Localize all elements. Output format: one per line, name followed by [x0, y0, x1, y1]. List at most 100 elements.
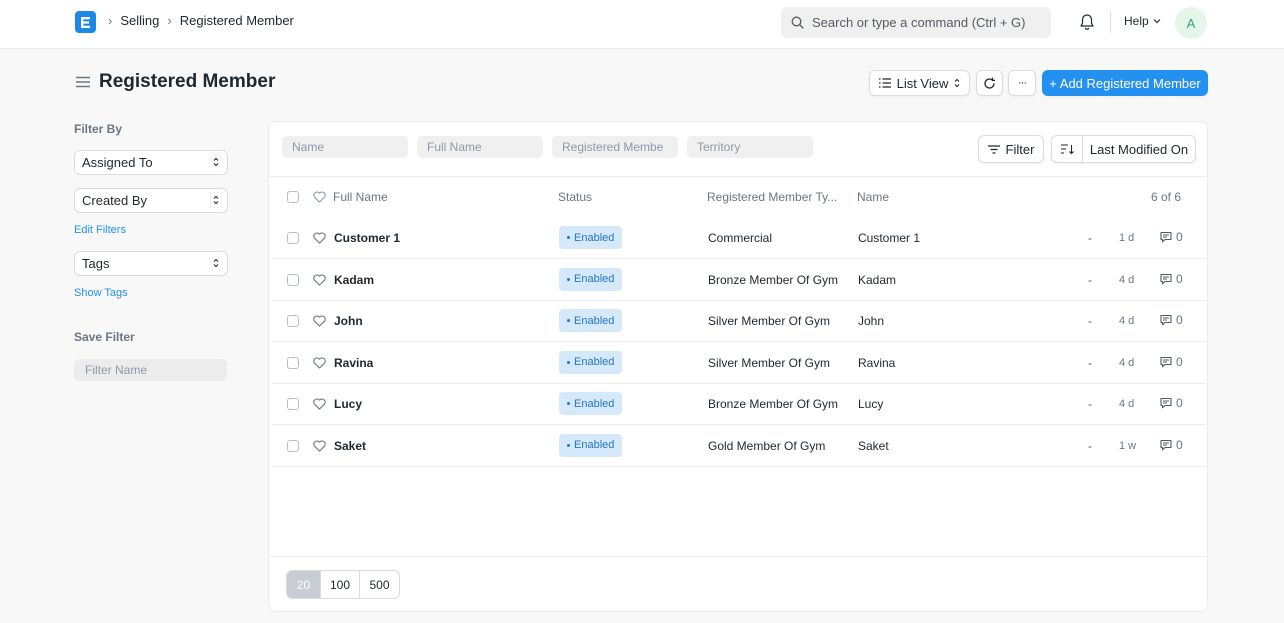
list-view-label: List View [896, 75, 949, 91]
heart-icon[interactable] [313, 398, 326, 410]
heart-icon[interactable] [313, 315, 326, 327]
heart-icon[interactable] [313, 191, 326, 203]
row-checkbox[interactable] [287, 232, 299, 244]
full-name-filter-input[interactable]: Full Name [417, 136, 543, 158]
chevron-right-icon: › [108, 13, 113, 28]
refresh-button[interactable] [976, 70, 1003, 96]
row-modified: 4 d [1119, 315, 1135, 327]
registered-member-filter-placeholder: Registered Membe [562, 140, 664, 154]
status-dot-icon [567, 402, 570, 405]
territory-filter-input[interactable]: Territory [687, 136, 813, 158]
row-comments[interactable]: 0 [1160, 313, 1183, 327]
list-view-button[interactable]: List View [869, 70, 970, 96]
help-dropdown[interactable]: Help [1124, 14, 1161, 28]
header-type: Registered Member Ty... [707, 190, 838, 204]
name-filter-placeholder: Name [292, 140, 325, 154]
list-icon [878, 78, 891, 88]
created-by-select[interactable]: Created By [74, 188, 228, 213]
breadcrumb-selling[interactable]: Selling [120, 13, 159, 28]
row-name: Saket [858, 438, 889, 453]
heart-icon[interactable] [313, 273, 326, 286]
created-by-label: Created By [82, 193, 148, 208]
row-checkbox[interactable] [287, 273, 299, 286]
table-row[interactable]: John Enabled Silver Member Of Gym John - 4 d 0 [272, 301, 1206, 342]
registered-member-filter-input[interactable]: Registered Membe [552, 136, 678, 158]
comment-count: 0 [1176, 437, 1183, 452]
table-row[interactable]: Lucy Enabled Bronze Member Of Gym Lucy - 4 d 0 [272, 384, 1206, 425]
row-comments[interactable]: 0 [1160, 438, 1183, 452]
row-comments[interactable]: 0 [1160, 272, 1183, 286]
row-dash: - [1088, 272, 1092, 287]
row-type: Commercial [708, 231, 773, 245]
tags-select[interactable]: Tags [74, 251, 228, 276]
table-row[interactable]: Kadam Enabled Bronze Member Of Gym Kadam - 4 … [272, 260, 1206, 301]
row-full-name[interactable]: John [334, 314, 363, 328]
row-checkbox[interactable] [287, 356, 299, 369]
row-name: Customer 1 [858, 231, 921, 245]
select-caret-icon [213, 258, 219, 268]
sort-order-button[interactable] [1051, 135, 1083, 163]
assigned-to-select[interactable]: Assigned To [74, 150, 228, 175]
filter-button[interactable]: Filter [978, 135, 1044, 163]
table-row[interactable]: Customer 1 Enabled Commercial Customer 1 - 1 … [272, 218, 1206, 259]
page-size-500[interactable]: 500 [359, 571, 399, 598]
row-full-name[interactable]: Customer 1 [334, 231, 400, 245]
navbar: › Selling › Registered Member Search or … [0, 0, 1284, 49]
help-label: Help [1124, 14, 1149, 28]
add-button-label: + Add Registered Member [1049, 75, 1201, 91]
row-full-name[interactable]: Kadam [334, 273, 374, 287]
status-dot-icon [567, 360, 570, 364]
sidebar-toggle-icon[interactable] [76, 76, 90, 88]
chevron-down-icon [1153, 19, 1161, 24]
table-row[interactable]: Ravina Enabled Silver Member Of Gym Ravina -… [272, 343, 1206, 384]
app-logo-icon[interactable] [75, 11, 96, 33]
search-icon [791, 16, 804, 29]
select-all-checkbox[interactable] [287, 191, 299, 203]
row-name: Lucy [858, 397, 884, 411]
sort-field-button[interactable]: Last Modified On [1082, 135, 1196, 163]
status-badge: Enabled [559, 309, 623, 332]
row-full-name[interactable]: Ravina [334, 356, 373, 370]
search-bar[interactable]: Search or type a command (Ctrl + G) [781, 7, 1051, 38]
table-header: Full Name Status Registered Member Ty...… [269, 177, 1207, 217]
heart-icon[interactable] [313, 356, 326, 369]
add-registered-member-button[interactable]: + Add Registered Member [1042, 70, 1208, 96]
page-size-100[interactable]: 100 [320, 571, 359, 598]
row-full-name[interactable]: Lucy [334, 397, 362, 411]
header-name: Name [857, 190, 890, 204]
comment-icon [1160, 314, 1172, 326]
comment-count: 0 [1176, 230, 1183, 244]
select-caret-icon [213, 157, 219, 167]
row-comments[interactable]: 0 [1160, 355, 1183, 369]
row-dash: - [1088, 355, 1092, 370]
status-badge: Enabled [559, 226, 623, 249]
show-tags-link[interactable]: Show Tags [74, 287, 128, 299]
row-type: Silver Member Of Gym [708, 314, 831, 328]
heart-icon[interactable] [313, 232, 326, 244]
more-actions-button[interactable]: ··· [1008, 70, 1036, 96]
page-size-20[interactable]: 20 [287, 571, 320, 598]
filter-name-input[interactable]: Filter Name [74, 359, 227, 381]
notification-bell-icon[interactable] [1079, 13, 1095, 31]
comment-icon [1160, 397, 1172, 409]
row-checkbox[interactable] [287, 439, 299, 452]
row-checkbox[interactable] [287, 315, 299, 327]
avatar[interactable]: A [1175, 7, 1207, 39]
row-comments[interactable]: 0 [1160, 230, 1183, 244]
table-row[interactable]: Saket Enabled Gold Member Of Gym Saket - 1 w 0 [272, 426, 1206, 467]
row-name: Ravina [858, 355, 896, 370]
filter-icon [987, 144, 1000, 154]
breadcrumb-registered-member[interactable]: Registered Member [180, 13, 294, 28]
edit-filters-link[interactable]: Edit Filters [74, 224, 126, 236]
row-full-name[interactable]: Saket [334, 439, 366, 453]
name-filter-input[interactable]: Name [282, 136, 408, 158]
tags-label: Tags [82, 256, 110, 271]
heart-icon[interactable] [313, 439, 326, 452]
row-checkbox[interactable] [287, 398, 299, 410]
row-modified: 4 d [1119, 273, 1135, 286]
row-name: Kadam [858, 272, 897, 287]
status-badge-label: Enabled [574, 231, 615, 244]
row-comments[interactable]: 0 [1160, 396, 1183, 410]
comment-icon [1160, 439, 1172, 450]
row-type: Gold Member Of Gym [708, 438, 826, 453]
